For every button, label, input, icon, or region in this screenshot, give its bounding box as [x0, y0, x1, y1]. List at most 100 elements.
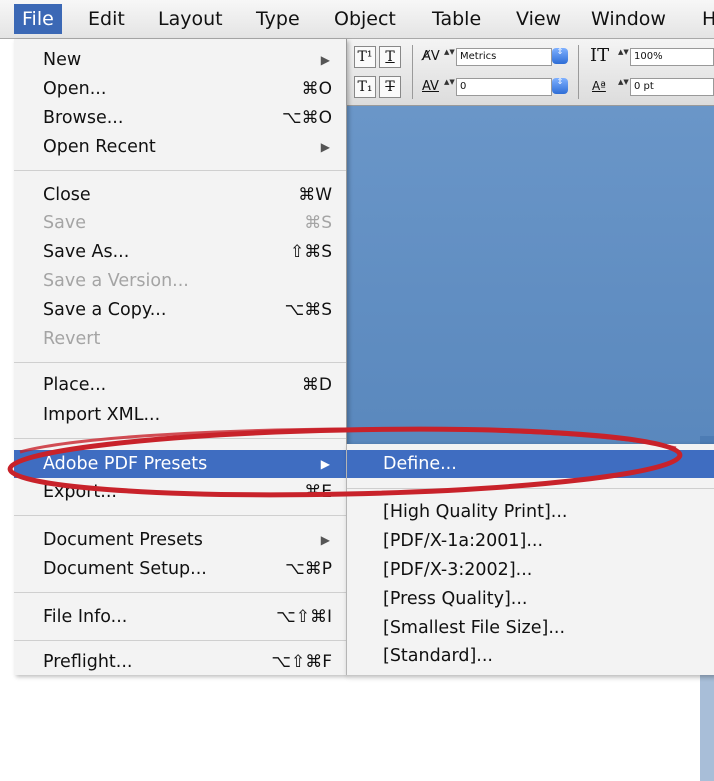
menu-item-open[interactable]: Open... ⌘O: [14, 75, 346, 103]
menu-separator: [14, 170, 346, 171]
strikethrough-button[interactable]: T: [379, 76, 401, 98]
menu-item-label: Place...: [43, 375, 107, 395]
submenu-arrow-icon: ▶: [320, 140, 330, 154]
menu-type[interactable]: Type: [248, 4, 308, 34]
submenu-item-label: [High Quality Print]...: [383, 502, 568, 522]
menu-separator: [14, 438, 346, 439]
toolbar-divider: [578, 45, 579, 99]
menu-item-export[interactable]: Export... ⌘E: [14, 478, 346, 506]
menu-separator: [347, 488, 714, 489]
submenu-item-press-quality[interactable]: [Press Quality]...: [347, 585, 714, 613]
vertical-scale-stepper[interactable]: ▲▼: [618, 48, 629, 64]
submenu-item-label: [Press Quality]...: [383, 589, 528, 609]
menu-item-adobe-pdf-presets[interactable]: Adobe PDF Presets ▶: [14, 450, 346, 478]
menu-item-file-info[interactable]: File Info... ⌥⇧⌘I: [14, 603, 346, 631]
submenu-item-high-quality-print[interactable]: [High Quality Print]...: [347, 498, 714, 526]
underline-button[interactable]: T: [379, 46, 401, 68]
kerning-stepper[interactable]: ▲▼: [444, 78, 455, 94]
submenu-item-label: [Standard]...: [383, 646, 493, 666]
tracking-field[interactable]: Metrics: [456, 48, 552, 66]
submenu-item-label: [PDF/X-3:2002]...: [383, 560, 533, 580]
baseline-shift-stepper[interactable]: ▲▼: [618, 78, 629, 94]
menu-item-shortcut: ⌥⌘P: [285, 559, 332, 579]
menu-file[interactable]: File: [14, 4, 62, 34]
menu-item-label: Revert: [43, 329, 101, 349]
menu-item-import-xml[interactable]: Import XML...: [14, 401, 346, 429]
kerning-field[interactable]: 0: [456, 78, 552, 96]
menu-item-shortcut: ⌥⌘S: [284, 300, 332, 320]
menu-item-label: Document Presets: [43, 530, 203, 550]
menu-separator: [14, 640, 346, 641]
menu-item-label: Open...: [43, 79, 107, 99]
menu-item-document-presets[interactable]: Document Presets ▶: [14, 526, 346, 554]
submenu-item-pdfx-3[interactable]: [PDF/X-3:2002]...: [347, 556, 714, 584]
menu-item-shortcut: ⌘E: [304, 482, 332, 502]
baseline-shift-field[interactable]: 0 pt: [630, 78, 714, 96]
menu-item-shortcut: ⌥⇧⌘F: [271, 652, 332, 672]
menu-separator: [14, 362, 346, 363]
menu-item-shortcut: ⌘S: [304, 213, 332, 233]
submenu-item-smallest-file-size[interactable]: [Smallest File Size]...: [347, 614, 714, 642]
submenu-item-label: Define...: [383, 454, 457, 474]
menu-window[interactable]: Window: [583, 4, 674, 34]
menu-item-save-copy[interactable]: Save a Copy... ⌥⌘S: [14, 296, 346, 324]
menu-item-open-recent[interactable]: Open Recent ▶: [14, 133, 346, 161]
menu-item-save-version: Save a Version...: [14, 267, 346, 295]
menu-bar: File Edit Layout Type Object Table View …: [0, 0, 714, 39]
tracking-stepper[interactable]: ▲▼: [444, 48, 455, 64]
subscript-button[interactable]: T₁: [354, 76, 376, 98]
menu-item-label: Adobe PDF Presets: [43, 454, 208, 474]
menu-item-label: Open Recent: [43, 137, 156, 157]
menu-object[interactable]: Object: [326, 4, 404, 34]
menu-edit[interactable]: Edit: [80, 4, 133, 34]
tracking-dropdown[interactable]: ⇕: [552, 48, 568, 64]
vertical-scale-field[interactable]: 100%: [630, 48, 714, 66]
menu-item-label: Save a Copy...: [43, 300, 167, 320]
menu-item-label: File Info...: [43, 607, 128, 627]
menu-table[interactable]: Table: [424, 4, 489, 34]
menu-item-label: Save: [43, 213, 86, 233]
menu-item-document-setup[interactable]: Document Setup... ⌥⌘P: [14, 555, 346, 583]
character-control-toolbar: T¹ T T₁ T A̸V ▲▼ Metrics ⇕ AV ▲▼ 0 ⇕ IT …: [346, 39, 714, 106]
menu-item-browse[interactable]: Browse... ⌥⌘O: [14, 104, 346, 132]
superscript-button[interactable]: T¹: [354, 46, 376, 68]
menu-item-shortcut: ⇧⌘S: [289, 242, 332, 262]
submenu-item-define[interactable]: Define...: [347, 450, 714, 478]
submenu-item-label: [Smallest File Size]...: [383, 618, 566, 638]
menu-item-label: Save a Version...: [43, 271, 189, 291]
menu-item-shortcut: ⌘W: [298, 185, 332, 205]
pdf-presets-submenu: Define... [High Quality Print]... [PDF/X…: [346, 444, 714, 675]
submenu-item-pdfx-1a[interactable]: [PDF/X-1a:2001]...: [347, 527, 714, 555]
submenu-arrow-icon: ▶: [320, 457, 330, 471]
menu-item-shortcut: ⌘D: [301, 375, 332, 395]
file-menu: New ▶ Open... ⌘O Browse... ⌥⌘O Open Rece…: [14, 39, 347, 675]
menu-item-save: Save ⌘S: [14, 209, 346, 237]
submenu-arrow-icon: ▶: [320, 533, 330, 547]
menu-item-label: Save As...: [43, 242, 130, 262]
menu-item-close[interactable]: Close ⌘W: [14, 181, 346, 209]
vertical-scale-icon: IT: [590, 45, 610, 66]
menu-item-revert: Revert: [14, 325, 346, 353]
menu-item-label: Document Setup...: [43, 559, 207, 579]
menu-layout[interactable]: Layout: [150, 4, 231, 34]
submenu-item-standard[interactable]: [Standard]...: [347, 642, 714, 670]
menu-item-label: New: [43, 50, 82, 70]
menu-view[interactable]: View: [508, 4, 569, 34]
menu-item-shortcut: ⌘O: [301, 79, 332, 99]
menu-item-label: Preflight...: [43, 652, 133, 672]
menu-item-shortcut: ⌥⇧⌘I: [276, 607, 332, 627]
menu-item-label: Export...: [43, 482, 117, 502]
kerning-dropdown[interactable]: ⇕: [552, 78, 568, 94]
kerning-icon: AV: [422, 79, 439, 94]
menu-item-label: Import XML...: [43, 405, 161, 425]
menu-item-preflight[interactable]: Preflight... ⌥⇧⌘F: [14, 648, 346, 676]
menu-separator: [14, 515, 346, 516]
menu-item-new[interactable]: New ▶: [14, 46, 346, 74]
toolbar-divider: [412, 45, 413, 99]
menu-help[interactable]: H: [694, 4, 714, 34]
menu-item-label: Browse...: [43, 108, 124, 128]
menu-item-save-as[interactable]: Save As... ⇧⌘S: [14, 238, 346, 266]
submenu-item-label: [PDF/X-1a:2001]...: [383, 531, 544, 551]
menu-separator: [14, 592, 346, 593]
menu-item-place[interactable]: Place... ⌘D: [14, 371, 346, 399]
